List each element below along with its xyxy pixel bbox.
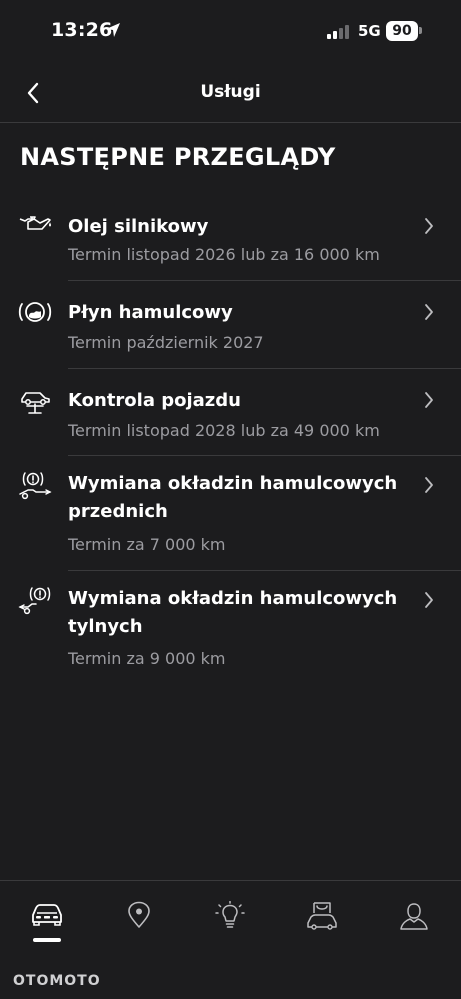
profile-icon <box>400 903 428 930</box>
tab-insights[interactable] <box>200 901 260 951</box>
service-subtitle: Termin listopad 2026 lub za 16 000 km <box>68 245 380 264</box>
service-title-line1: Wymiana okładzin hamulcowych <box>68 473 398 494</box>
service-title: Płyn hamulcowy <box>68 302 233 323</box>
service-subtitle: Termin listopad 2028 lub za 49 000 km <box>68 421 380 440</box>
lightbulb-icon <box>215 901 245 928</box>
chevron-right-icon <box>424 391 434 413</box>
service-item-vehicle-check[interactable]: Kontrola pojazdu Termin listopad 2028 lu… <box>0 369 461 456</box>
tab-map[interactable] <box>109 901 169 951</box>
page-title: Usługi <box>200 82 261 102</box>
service-subtitle: Termin za 9 000 km <box>68 649 226 668</box>
location-arrow-icon <box>105 22 121 42</box>
section-title: NASTĘPNE PRZEGLĄDY <box>20 143 336 171</box>
tab-shop[interactable] <box>292 901 352 951</box>
chevron-right-icon <box>424 217 434 239</box>
service-title: Kontrola pojazdu <box>68 390 241 411</box>
chevron-right-icon <box>424 476 434 498</box>
active-tab-indicator <box>33 938 61 942</box>
service-title-line1: Wymiana okładzin hamulcowych <box>68 588 398 609</box>
status-bar: 13:26 5G 90 <box>0 0 461 62</box>
network-type: 5G <box>358 22 381 40</box>
service-item-rear-brake-pads[interactable]: Wymiana okładzin hamulcowych tylnych Ter… <box>0 571 461 681</box>
map-pin-icon <box>128 901 150 928</box>
brake-fluid-icon <box>18 299 52 329</box>
service-title: Olej silnikowy <box>68 216 209 237</box>
service-title-line2: przednich <box>68 501 168 522</box>
signal-bars-icon <box>327 24 351 43</box>
tab-car[interactable] <box>17 901 77 951</box>
tab-profile[interactable] <box>384 901 444 951</box>
navigation-header: Usługi <box>0 62 461 123</box>
front-brake-pads-icon <box>18 470 52 504</box>
service-list: Olej silnikowy Termin listopad 2026 lub … <box>0 195 461 681</box>
watermark-logo: OTOMOTO <box>13 973 101 989</box>
battery-indicator: 90 <box>386 21 418 41</box>
shopping-bag-car-icon <box>307 902 337 930</box>
car-icon <box>32 904 62 926</box>
service-item-front-brake-pads[interactable]: Wymiana okładzin hamulcowych przednich T… <box>0 456 461 571</box>
service-item-engine-oil[interactable]: Olej silnikowy Termin listopad 2026 lub … <box>0 195 461 281</box>
rear-brake-pads-icon <box>18 585 52 619</box>
battery-tip <box>419 27 422 34</box>
chevron-right-icon <box>424 303 434 325</box>
engine-oil-icon <box>18 213 52 239</box>
service-subtitle: Termin październik 2027 <box>68 333 264 352</box>
status-time: 13:26 <box>51 19 113 41</box>
vehicle-lift-icon <box>18 387 52 419</box>
service-item-brake-fluid[interactable]: Płyn hamulcowy Termin październik 2027 <box>0 281 461 369</box>
service-title-line2: tylnych <box>68 616 143 637</box>
service-subtitle: Termin za 7 000 km <box>68 535 226 554</box>
chevron-right-icon <box>424 591 434 613</box>
